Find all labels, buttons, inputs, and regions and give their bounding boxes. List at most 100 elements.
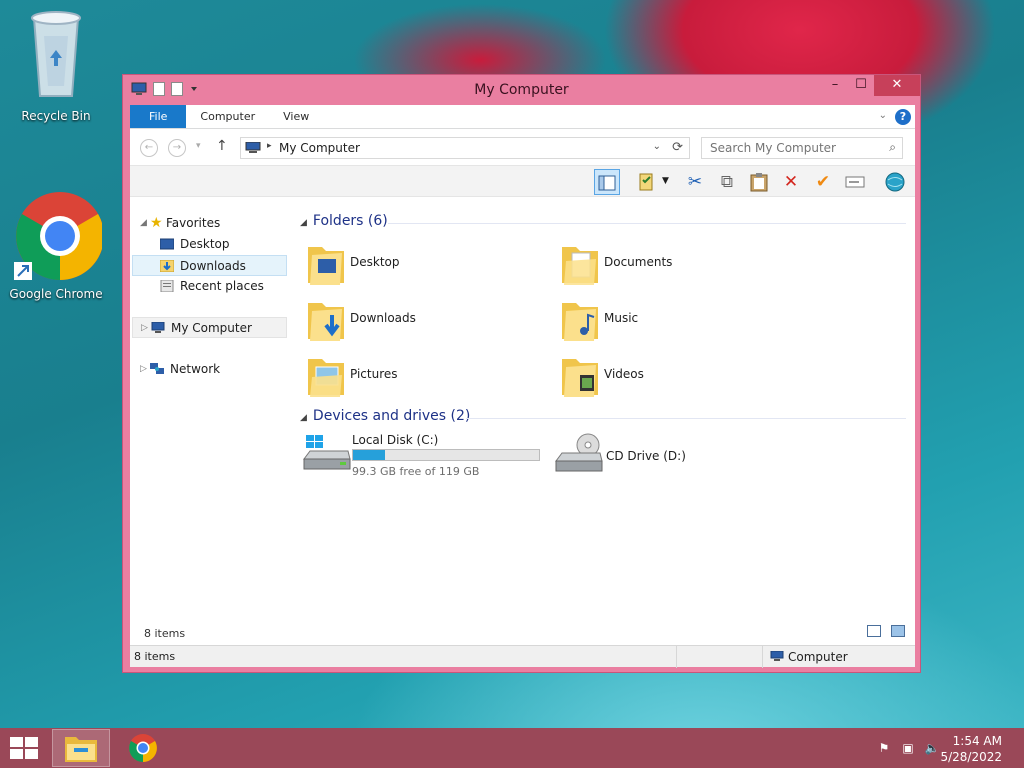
drive-usage-bar [352,449,540,461]
up-button[interactable]: ↑ [216,138,228,154]
rename-field-icon [845,176,865,188]
drive-name: Local Disk (C:) [352,433,439,447]
taskbar-chrome-icon[interactable] [128,733,158,763]
folder-item[interactable]: Videos [550,351,790,401]
folder-name: Pictures [350,367,398,381]
collapse-favorites-chevron-icon[interactable]: ◢ [140,213,147,234]
explorer-window: My Computer – ☐ ✕ File Computer View ⌄ ?… [122,74,921,673]
address-dropdown-chevron-icon[interactable]: ⌄ [653,141,661,152]
navigation-pane: ◢ ★ Favorites Desktop Downloads Recent p… [130,201,290,631]
recycle-bin-icon [31,11,81,97]
status-location: Computer [770,646,848,668]
command-toolbar: ▼ ✂ ⧉ ✕ ✔ [130,165,915,197]
folder-name: Music [604,311,639,325]
chrome-icon [14,192,104,280]
checkmark-button[interactable]: ✔ [810,169,836,195]
star-icon: ★ [150,215,163,231]
cut-button[interactable]: ✂ [682,169,708,195]
properties-button[interactable] [634,169,660,195]
folders-group-divider [388,223,906,224]
recycle-bin-label: Recycle Bin [21,109,91,123]
folder-item[interactable]: Downloads [296,295,536,345]
nav-recent-places[interactable]: Recent places [132,276,287,297]
desktop-icon-google-chrome[interactable]: Google Chrome [6,192,106,301]
nav-my-computer-label: My Computer [171,321,252,335]
folder-name: Videos [604,367,644,381]
local-disk-icon [303,435,351,470]
drive-item-d[interactable]: CD Drive (D:) [550,433,750,483]
breadcrumb-my-computer[interactable]: My Computer [279,141,360,155]
drive-free-space: 99.3 GB free of 119 GB [352,465,480,478]
status-location-label: Computer [788,650,848,664]
action-center-flag-icon[interactable]: ⚑ [876,741,892,755]
network-status-icon[interactable]: ▣ [900,741,916,755]
folder-item[interactable]: Documents [550,239,790,289]
taskbar-file-explorer[interactable] [52,729,110,767]
recent-locations-chevron-icon[interactable]: ▾ [196,141,201,151]
desktop-icon-recycle-bin[interactable]: Recycle Bin [6,6,106,123]
collapse-group-chevron-icon[interactable]: ◢ [300,413,307,423]
breadcrumb-chevron-icon[interactable]: ▸ [267,141,272,151]
drive-item-c[interactable]: Local Disk (C:) 99.3 GB free of 119 GB [296,433,546,483]
folders-group-title: Folders (6) [312,213,388,229]
paste-button[interactable] [746,169,772,195]
search-icon[interactable]: ⌕ [889,140,896,155]
folder-item[interactable]: Desktop [296,239,536,289]
folder-name: Downloads [350,311,416,325]
help-icon[interactable]: ? [895,109,911,125]
windows-start-icon[interactable] [10,737,38,759]
search-box[interactable]: ⌕ [701,137,903,159]
maximize-button[interactable]: ☐ [848,75,874,96]
collapse-group-chevron-icon[interactable]: ◢ [300,218,307,228]
delete-button[interactable]: ✕ [778,169,804,195]
view-switcher [867,625,905,637]
videos-folder-icon [562,359,598,397]
back-button[interactable]: ← [140,139,158,157]
folder-item[interactable]: Music [550,295,790,345]
tab-view[interactable]: View [269,105,323,128]
large-icons-view-icon[interactable] [891,625,905,637]
minimize-button[interactable]: – [822,75,848,96]
expand-network-chevron-icon[interactable]: ▷ [140,359,147,380]
window-title: My Computer [474,82,569,98]
nav-desktop-label: Desktop [180,237,230,251]
properties-dropdown-chevron-icon[interactable]: ▼ [662,176,669,186]
nav-my-computer[interactable]: ▷ My Computer [132,317,287,338]
taskbar-clock[interactable]: 1:54 AM 5/28/2022 [940,733,1002,765]
forward-button[interactable]: → [168,139,186,157]
nav-downloads[interactable]: Downloads [132,255,287,276]
clipboard-icon [750,173,768,192]
tab-file[interactable]: File [130,105,187,128]
file-explorer-icon [65,737,97,762]
folders-group-header[interactable]: ◢ Folders (6) [300,213,388,229]
details-view-icon[interactable] [867,625,881,637]
copy-button[interactable]: ⧉ [714,169,740,195]
nav-favorites-label: Favorites [166,216,221,230]
expand-ribbon-chevron-icon[interactable]: ⌄ [879,110,887,121]
folder-name: Desktop [350,255,400,269]
folder-item[interactable]: Pictures [296,351,536,401]
volume-muted-icon[interactable]: 🔈 [924,741,940,755]
window-body: File Computer View ⌄ ? ← → ▾ ↑ ▸ My Comp… [130,105,915,668]
nav-network[interactable]: ▷ Network [132,359,287,380]
expand-computer-chevron-icon[interactable]: ▷ [141,318,148,339]
preview-pane-button[interactable] [594,169,620,195]
refresh-icon[interactable]: ⟳ [672,140,683,155]
search-input[interactable] [702,138,872,158]
nav-favorites[interactable]: ◢ ★ Favorites [132,213,287,234]
tab-computer[interactable]: Computer [186,105,269,128]
address-bar[interactable]: ▸ My Computer ⌄ ⟳ [240,137,690,159]
rename-button[interactable] [842,169,868,195]
nav-desktop[interactable]: Desktop [132,234,287,255]
status-divider [762,646,763,668]
google-chrome-label: Google Chrome [9,287,103,301]
network-globe-button[interactable] [882,169,908,195]
drives-group-header[interactable]: ◢ Devices and drives (2) [300,408,470,424]
recent-places-icon [160,280,174,292]
close-button[interactable]: ✕ [874,75,920,96]
computer-icon [151,322,165,333]
window-titlebar[interactable]: My Computer – ☐ ✕ [123,75,920,105]
address-row: ← → ▾ ↑ ▸ My Computer ⌄ ⟳ ⌕ [130,135,915,163]
drives-group-divider [466,418,906,419]
drives-group-title: Devices and drives (2) [312,408,471,424]
